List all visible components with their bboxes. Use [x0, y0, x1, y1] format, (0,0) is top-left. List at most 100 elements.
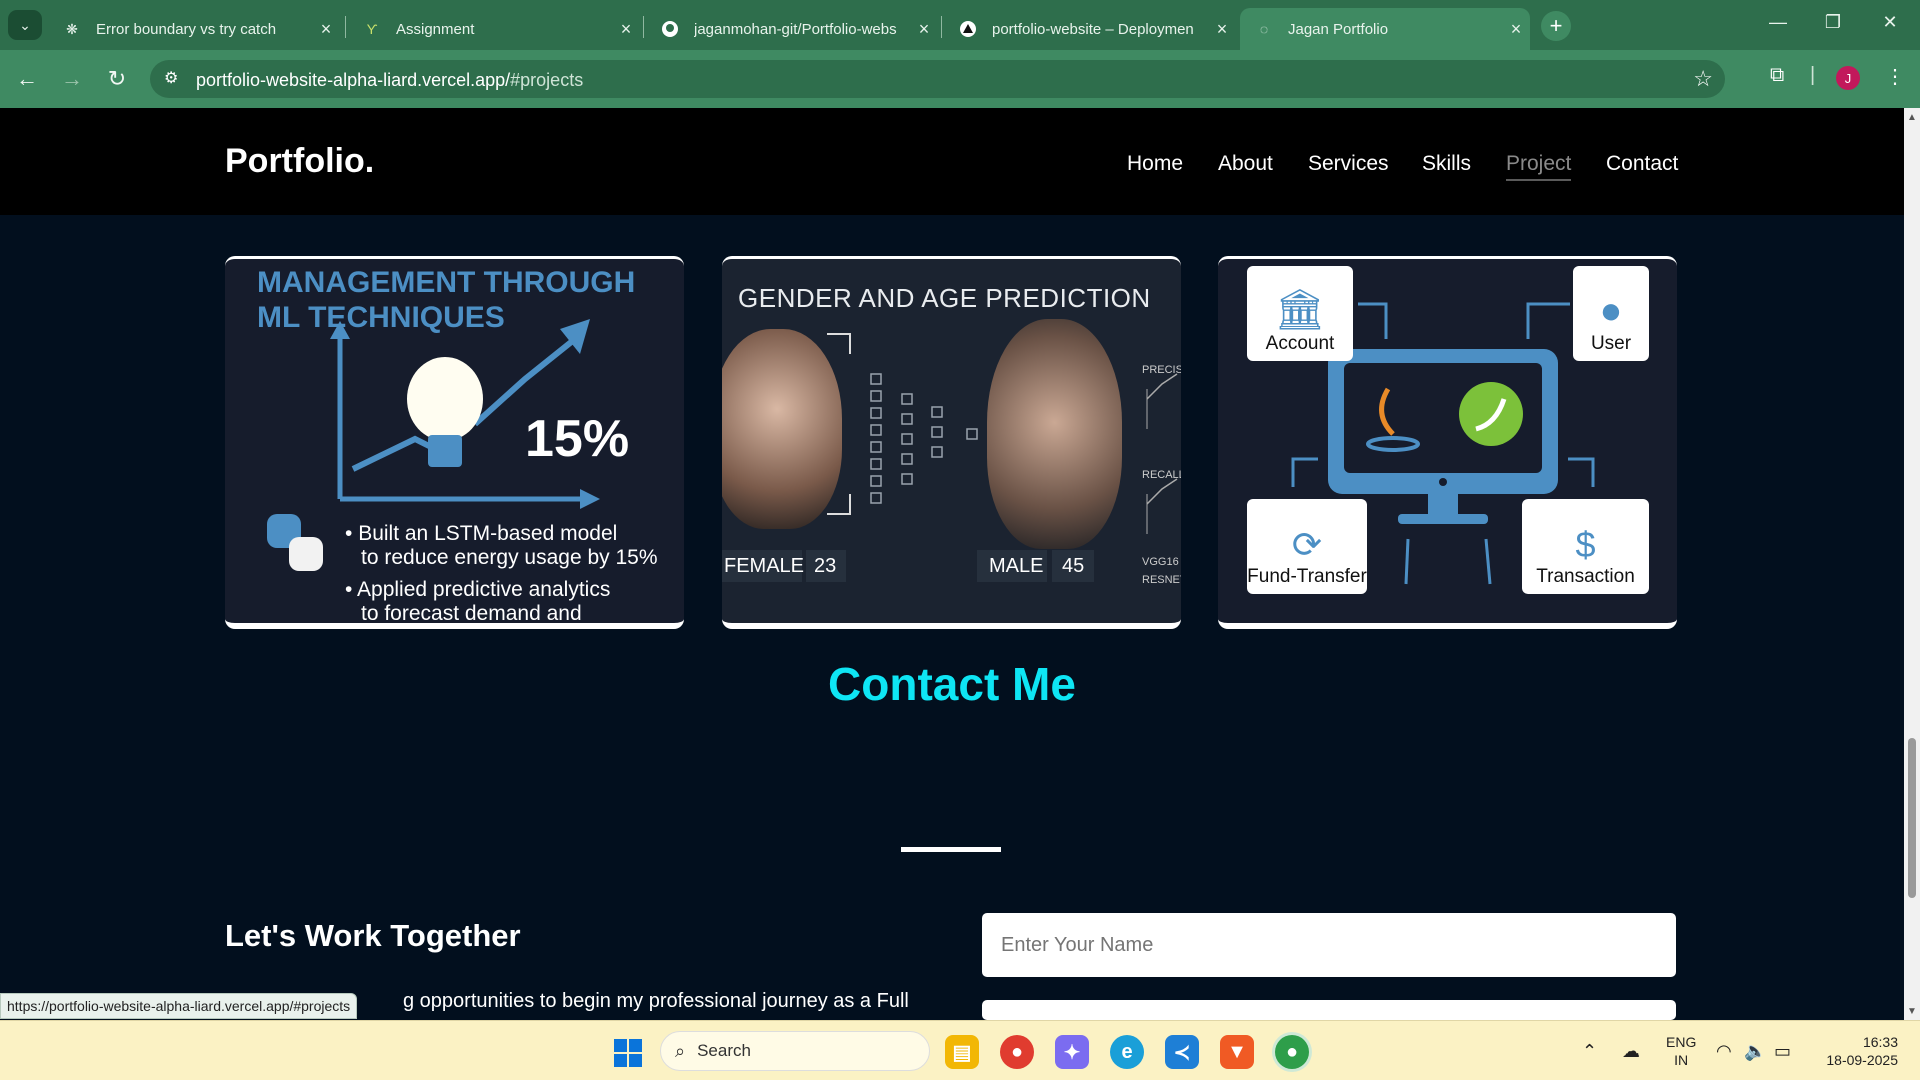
- nav-skills[interactable]: Skills: [1422, 152, 1471, 176]
- browser-window-frame: ⌄ ❋ Error boundary vs try catch × ϒ Assi…: [0, 0, 1920, 108]
- show-hidden-icons[interactable]: ⌃: [1582, 1041, 1597, 1062]
- project-card-banking[interactable]: 🏛 Account ● User ⟳ Fund-Transfer $ Trans…: [1218, 256, 1677, 629]
- female-badge: FEMALE: [722, 550, 805, 582]
- close-icon[interactable]: ×: [1208, 19, 1236, 40]
- reload-button[interactable]: ↻: [102, 64, 132, 94]
- account-label: Account: [1265, 333, 1335, 354]
- menu-kebab-icon[interactable]: ⋮: [1885, 64, 1905, 89]
- chrome-icon[interactable]: ●: [1000, 1035, 1034, 1069]
- user-box: ● User: [1573, 266, 1649, 361]
- contact-heading: Contact Me: [828, 658, 1076, 710]
- tab-jagan-portfolio[interactable]: ◌ Jagan Portfolio ×: [1240, 8, 1530, 50]
- female-age-badge: 23: [806, 550, 846, 582]
- clock-time: 16:33: [1862, 1034, 1898, 1050]
- account-box: 🏛 Account: [1247, 266, 1353, 361]
- badge-label: FEMALE: [724, 554, 805, 577]
- toolbar-divider: |: [1810, 64, 1816, 86]
- tab-assignment[interactable]: ϒ Assignment ×: [348, 8, 640, 50]
- brave-icon[interactable]: ▼: [1220, 1035, 1254, 1069]
- male-age-badge: 45: [1052, 550, 1094, 582]
- nav-services[interactable]: Services: [1308, 152, 1389, 176]
- scroll-up-icon[interactable]: ▲: [1907, 112, 1917, 123]
- system-clock[interactable]: 16:33 18-09-2025: [1818, 1033, 1898, 1069]
- male-badge: MALE: [977, 550, 1047, 582]
- bookmark-star-icon[interactable]: ☆: [1693, 66, 1713, 92]
- percent-figure: 15%: [525, 410, 630, 468]
- close-icon[interactable]: ×: [612, 19, 640, 40]
- user-icon: ●: [1599, 290, 1623, 332]
- bullet-text: Applied predictive analytics: [357, 578, 611, 601]
- volume-icon[interactable]: 🔈: [1744, 1041, 1766, 1062]
- python-icon: [267, 514, 323, 571]
- metric-label: PRECISI: [1142, 364, 1181, 376]
- close-icon[interactable]: ×: [1502, 19, 1530, 40]
- forward-button[interactable]: →: [57, 64, 87, 94]
- card-heading: GENDER AND AGE PREDICTION: [738, 283, 1151, 313]
- copilot-icon[interactable]: ✦: [1055, 1035, 1089, 1069]
- tab-github[interactable]: jaganmohan-git/Portfolio-webs ×: [646, 8, 938, 50]
- page-scrollbar[interactable]: ▲ ▼: [1904, 108, 1920, 1020]
- back-button[interactable]: ←: [12, 64, 42, 94]
- status-bar-url: https://portfolio-website-alpha-liard.ve…: [0, 993, 358, 1019]
- nav-about[interactable]: About: [1218, 152, 1273, 176]
- tab-separator: [643, 16, 644, 38]
- openai-icon: ❋: [66, 20, 78, 37]
- globe-icon: ◌: [1259, 21, 1269, 37]
- windows-start-icon[interactable]: [614, 1039, 642, 1067]
- arrow-right-icon: →: [61, 66, 83, 91]
- close-window-button[interactable]: ✕: [1870, 12, 1910, 38]
- tab-search-button[interactable]: ⌄: [8, 10, 42, 40]
- nav-home[interactable]: Home: [1127, 152, 1183, 176]
- battery-icon[interactable]: ▭: [1774, 1041, 1791, 1062]
- project-card-gender-age[interactable]: GENDER AND AGE PREDICTION FEMALE 23 MALE…: [722, 256, 1181, 629]
- search-label: Search: [697, 1041, 751, 1060]
- clock-date: 18-09-2025: [1826, 1052, 1898, 1068]
- url-text[interactable]: portfolio-website-alpha-liard.vercel.app…: [196, 70, 583, 91]
- arrow-left-icon: ←: [16, 66, 38, 91]
- scroll-down-icon[interactable]: ▼: [1907, 1006, 1917, 1017]
- github-icon: [660, 19, 680, 39]
- search-icon: ⌕: [675, 1040, 686, 1061]
- wifi-icon[interactable]: ◠: [1716, 1041, 1732, 1062]
- nav-contact[interactable]: Contact: [1606, 152, 1678, 176]
- web-page: Portfolio. Home About Services Skills Pr…: [0, 108, 1904, 1020]
- model-label: VGG16: [1142, 556, 1179, 568]
- taskbar-search[interactable]: ⌕ Search: [660, 1031, 930, 1071]
- email-input[interactable]: [982, 1000, 1676, 1020]
- minimize-button[interactable]: —: [1758, 12, 1798, 38]
- heading-underline: [901, 847, 1001, 852]
- close-icon[interactable]: ×: [910, 19, 938, 40]
- project-card-energy[interactable]: MANAGEMENT THROUGH ML TECHNIQUES 15% • B…: [225, 256, 684, 629]
- name-input[interactable]: [982, 913, 1676, 977]
- tab-separator: [941, 16, 942, 38]
- tab-title: jaganmohan-git/Portfolio-webs: [694, 20, 897, 38]
- chrome-active-icon[interactable]: ●: [1275, 1035, 1309, 1069]
- vscode-icon[interactable]: ≺: [1165, 1035, 1199, 1069]
- close-icon[interactable]: ×: [312, 19, 340, 40]
- work-together-heading: Let's Work Together: [225, 918, 521, 953]
- reload-icon: ↻: [107, 66, 127, 91]
- nav-project[interactable]: Project: [1506, 152, 1572, 181]
- site-info-icon[interactable]: ⚙: [164, 68, 178, 88]
- browser-toolbar: ← → ↻ ⚙ portfolio-website-alpha-liard.ve…: [0, 50, 1920, 108]
- language-indicator[interactable]: ENG IN: [1666, 1033, 1696, 1069]
- tab-separator: [345, 16, 346, 38]
- bullet-text: to reduce energy usage by 15%: [361, 546, 658, 569]
- profile-avatar[interactable]: J: [1836, 66, 1860, 90]
- onedrive-icon[interactable]: ☁: [1622, 1041, 1640, 1062]
- tab-vercel[interactable]: portfolio-website – Deploymen ×: [944, 8, 1236, 50]
- extensions-icon[interactable]: ⧉: [1770, 64, 1784, 87]
- bullet-item: • Applied predictive analytics to foreca…: [345, 578, 611, 625]
- new-tab-button[interactable]: +: [1541, 11, 1571, 41]
- file-explorer-icon[interactable]: ▤: [945, 1035, 979, 1069]
- scrollbar-thumb[interactable]: [1908, 738, 1916, 898]
- restore-button[interactable]: ❐: [1813, 12, 1853, 38]
- plus-icon: +: [1549, 13, 1563, 38]
- address-bar[interactable]: ⚙ portfolio-website-alpha-liard.vercel.a…: [150, 60, 1725, 98]
- edge-icon[interactable]: e: [1110, 1035, 1144, 1069]
- bank-icon: 🏛: [1274, 288, 1326, 332]
- site-logo[interactable]: Portfolio.: [225, 142, 374, 181]
- bullet-item: • Built an LSTM-based model to reduce en…: [345, 522, 658, 569]
- user-label: User: [1590, 333, 1632, 354]
- tab-error-boundary[interactable]: ❋ Error boundary vs try catch ×: [48, 8, 340, 50]
